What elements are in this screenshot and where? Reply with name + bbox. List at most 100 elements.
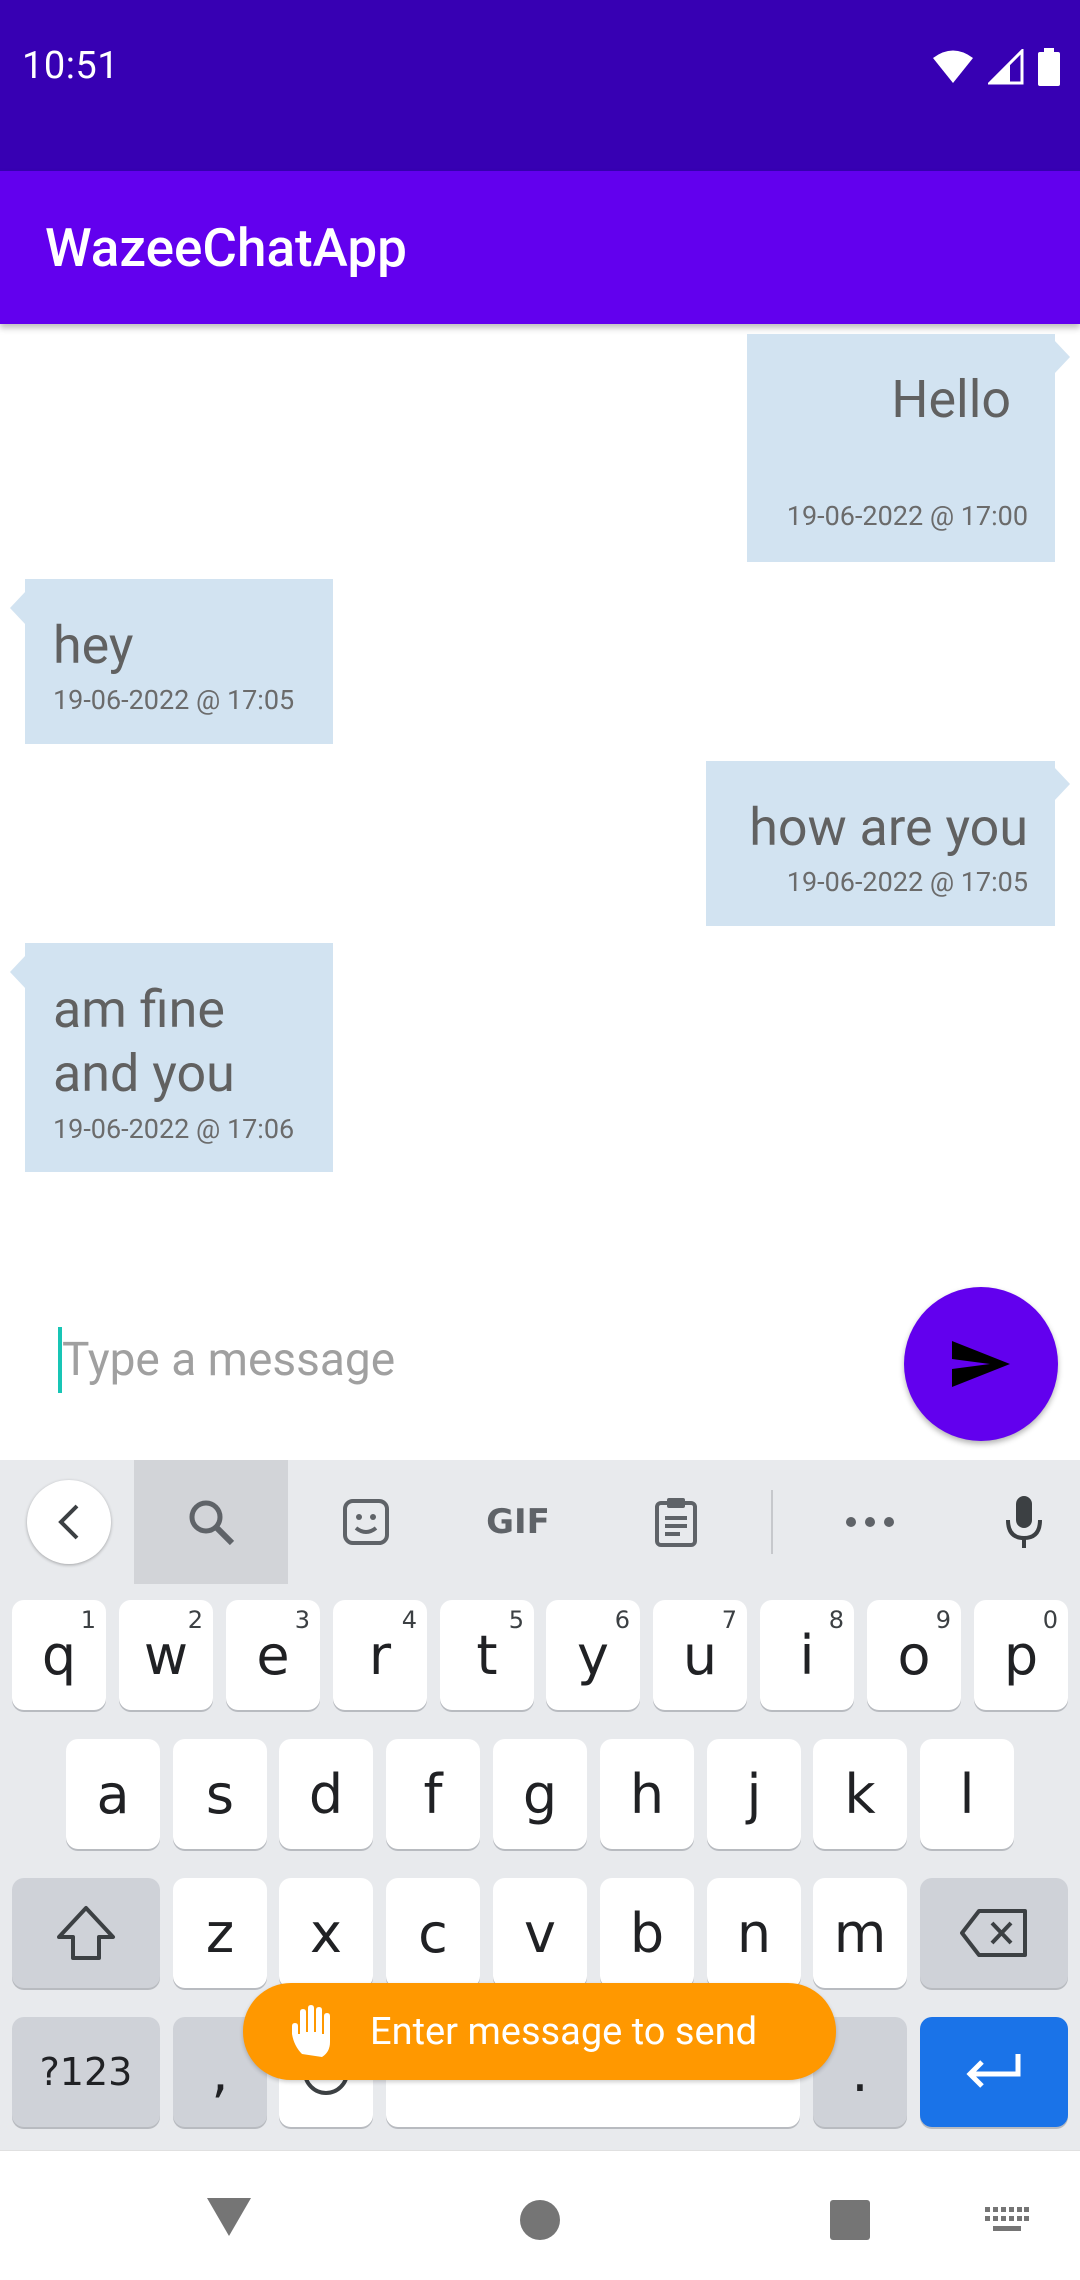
enter-icon bbox=[966, 2054, 1021, 2088]
bubble-tail bbox=[10, 591, 26, 625]
key-label: . bbox=[851, 2040, 869, 2104]
cellular-signal-icon bbox=[988, 49, 1024, 85]
message-timestamp: 19-06-2022 @ 17:05 bbox=[53, 684, 295, 716]
key-k[interactable]: k bbox=[813, 1739, 907, 1849]
app-title: WazeeChatApp bbox=[45, 217, 407, 279]
key-x[interactable]: x bbox=[279, 1878, 373, 1988]
key-s[interactable]: s bbox=[173, 1739, 267, 1849]
shift-icon bbox=[57, 1906, 115, 1960]
status-bar: 10:51 bbox=[0, 0, 1080, 171]
message-input-placeholder: Type a message bbox=[62, 1332, 396, 1387]
keyboard-clipboard-button[interactable] bbox=[636, 1460, 716, 1584]
key-label: d bbox=[308, 1762, 344, 1826]
key-h[interactable]: h bbox=[600, 1739, 694, 1849]
message-input[interactable]: Type a message bbox=[58, 1322, 858, 1397]
key-e[interactable]: e3 bbox=[226, 1600, 320, 1710]
key-i[interactable]: i8 bbox=[760, 1600, 854, 1710]
key-hint: 2 bbox=[187, 1606, 203, 1634]
key-l[interactable]: l bbox=[920, 1739, 1014, 1849]
key-u[interactable]: u7 bbox=[653, 1600, 747, 1710]
key-label: u bbox=[682, 1623, 718, 1687]
key-label: j bbox=[746, 1762, 762, 1826]
key-label: r bbox=[368, 1623, 392, 1687]
key-hint: 4 bbox=[401, 1606, 417, 1634]
battery-icon bbox=[1038, 48, 1060, 86]
search-icon bbox=[189, 1500, 235, 1546]
key-p[interactable]: p0 bbox=[974, 1600, 1068, 1710]
enter-key[interactable] bbox=[920, 2017, 1068, 2127]
send-icon bbox=[952, 1341, 1010, 1387]
backspace-icon bbox=[960, 1909, 1027, 1957]
key-b[interactable]: b bbox=[600, 1878, 694, 1988]
shift-key[interactable] bbox=[12, 1878, 160, 1988]
keyboard-sticker-button[interactable] bbox=[326, 1460, 406, 1584]
key-hint: 3 bbox=[294, 1606, 310, 1634]
key-label: x bbox=[310, 1901, 342, 1965]
hand-icon bbox=[292, 2004, 330, 2057]
key-hint: 5 bbox=[508, 1606, 524, 1634]
message-timestamp: 19-06-2022 @ 17:00 bbox=[786, 500, 1028, 532]
key-n[interactable]: n bbox=[707, 1878, 801, 1988]
key-m[interactable]: m bbox=[813, 1878, 907, 1988]
key-f[interactable]: f bbox=[386, 1739, 480, 1849]
key-j[interactable]: j bbox=[707, 1739, 801, 1849]
key-r[interactable]: r4 bbox=[333, 1600, 427, 1710]
key-label: q bbox=[41, 1623, 77, 1687]
keyboard-back-button[interactable] bbox=[25, 1460, 113, 1584]
toast-text: Enter message to send bbox=[370, 2009, 758, 2054]
toast-message: Enter message to send bbox=[243, 1983, 836, 2080]
status-icons bbox=[932, 48, 1060, 86]
message-bubble-sent[interactable]: how are you 19-06-2022 @ 17:05 bbox=[706, 761, 1070, 926]
key-label: b bbox=[629, 1901, 665, 1965]
message-text: how are you bbox=[749, 797, 1028, 858]
key-z[interactable]: z bbox=[173, 1878, 267, 1988]
key-g[interactable]: g bbox=[493, 1739, 587, 1849]
keyboard-switch-icon[interactable] bbox=[985, 2207, 1029, 2235]
key-label: k bbox=[844, 1762, 876, 1826]
keyboard-mic-button[interactable] bbox=[984, 1460, 1064, 1584]
backspace-key[interactable] bbox=[920, 1878, 1068, 1988]
key-label: l bbox=[959, 1762, 975, 1826]
key-o[interactable]: o9 bbox=[867, 1600, 961, 1710]
key-hint: 8 bbox=[828, 1606, 844, 1634]
symbols-key[interactable]: ?123 bbox=[12, 2017, 160, 2127]
keyboard-more-button[interactable] bbox=[830, 1460, 910, 1584]
back-icon[interactable] bbox=[205, 2196, 253, 2238]
key-label: y bbox=[577, 1623, 609, 1687]
navigation-bar bbox=[0, 2150, 1080, 2280]
key-hint: 7 bbox=[721, 1606, 737, 1634]
wifi-icon bbox=[933, 50, 973, 83]
key-q[interactable]: q1 bbox=[12, 1600, 106, 1710]
key-label: a bbox=[96, 1762, 130, 1826]
message-timestamp: 19-06-2022 @ 17:05 bbox=[786, 866, 1028, 898]
key-c[interactable]: c bbox=[386, 1878, 480, 1988]
key-v[interactable]: v bbox=[493, 1878, 587, 1988]
key-y[interactable]: y6 bbox=[546, 1600, 640, 1710]
keyboard-gif-button[interactable]: GIF bbox=[478, 1460, 558, 1584]
more-icon bbox=[846, 1517, 894, 1527]
key-label: m bbox=[833, 1901, 887, 1965]
key-hint: 1 bbox=[80, 1606, 96, 1634]
clipboard-icon bbox=[655, 1498, 697, 1547]
key-d[interactable]: d bbox=[279, 1739, 373, 1849]
key-a[interactable]: a bbox=[66, 1739, 160, 1849]
home-icon[interactable] bbox=[519, 2199, 561, 2241]
bubble-tail bbox=[10, 955, 26, 989]
recents-icon[interactable] bbox=[829, 2199, 871, 2241]
sticker-icon bbox=[343, 1499, 389, 1545]
key-label: f bbox=[423, 1762, 443, 1826]
toolbar-divider bbox=[771, 1490, 773, 1554]
mic-icon bbox=[1006, 1496, 1042, 1548]
bubble-tail bbox=[1054, 340, 1070, 374]
message-bubble-received[interactable]: hey 19-06-2022 @ 17:05 bbox=[10, 579, 333, 744]
keyboard-search-button[interactable] bbox=[134, 1460, 288, 1584]
send-button[interactable] bbox=[904, 1287, 1058, 1441]
key-label: n bbox=[736, 1901, 772, 1965]
key-label: e bbox=[256, 1623, 290, 1687]
key-w[interactable]: w2 bbox=[119, 1600, 213, 1710]
message-bubble-sent[interactable]: Hello 19-06-2022 @ 17:00 bbox=[747, 334, 1070, 562]
key-label: p bbox=[1003, 1623, 1039, 1687]
message-text: hey bbox=[53, 615, 134, 676]
message-bubble-received[interactable]: am fine and you 19-06-2022 @ 17:06 bbox=[10, 943, 333, 1172]
key-t[interactable]: t5 bbox=[440, 1600, 534, 1710]
